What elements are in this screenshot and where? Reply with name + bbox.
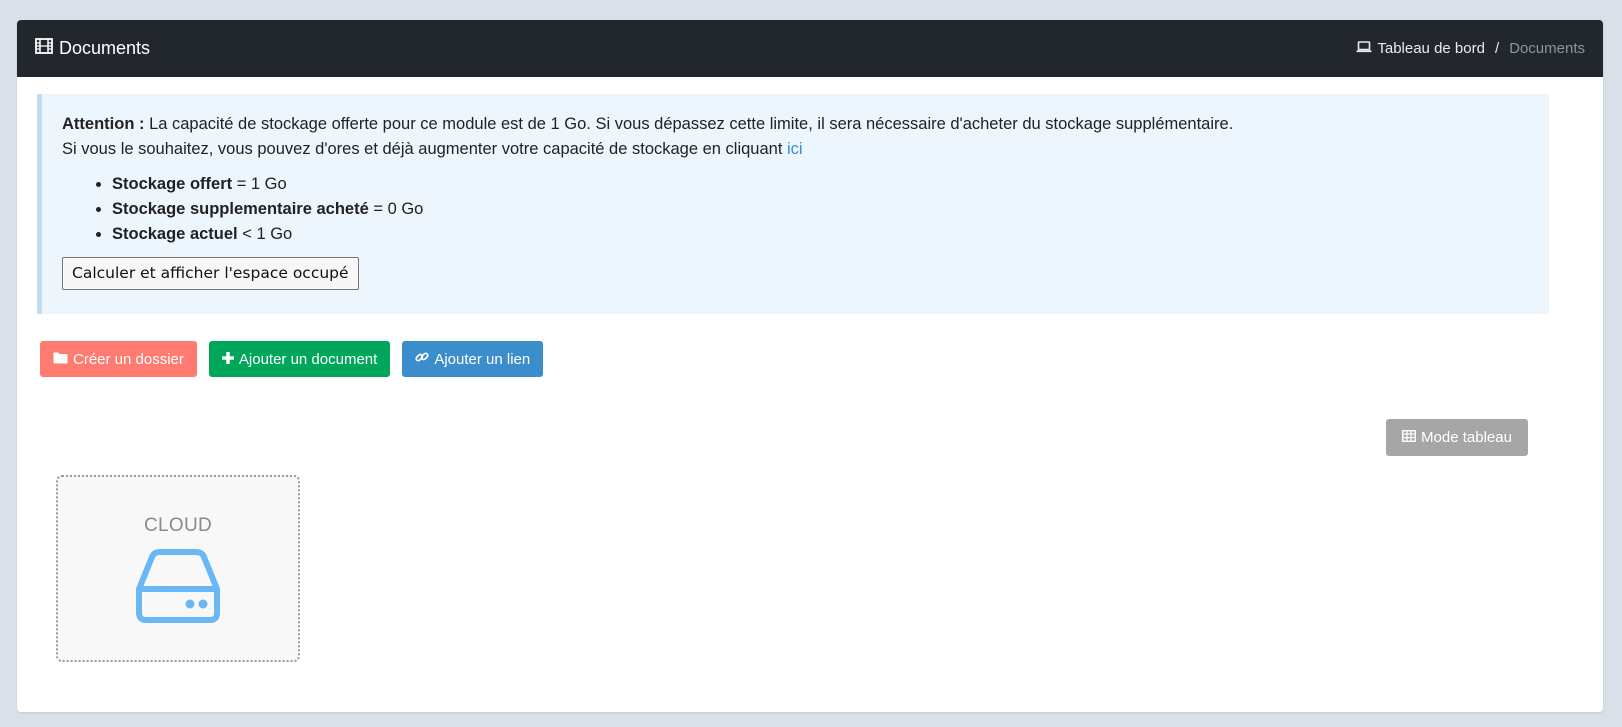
link-icon bbox=[415, 350, 429, 368]
folder-tile-cloud[interactable]: CLOUD bbox=[56, 475, 300, 662]
table-icon bbox=[1402, 429, 1417, 446]
page-title-text: Documents bbox=[59, 38, 151, 58]
create-folder-button[interactable]: Créer un dossier bbox=[40, 341, 197, 377]
alert-line-1-text: La capacité de stockage offerte pour ce … bbox=[144, 115, 1234, 133]
storage-current-value: < 1 Go bbox=[237, 225, 293, 243]
alert-line-2: Si vous le souhaitez, vous pouvez d'ores… bbox=[62, 137, 1529, 162]
breadcrumb-current: Documents bbox=[1509, 40, 1585, 57]
table-mode-label: Mode tableau bbox=[1421, 429, 1512, 446]
storage-list: Stockage offert = 1 Go Stockage suppleme… bbox=[112, 172, 1529, 247]
alert-line-1: Attention : La capacité de stockage offe… bbox=[62, 112, 1529, 137]
upgrade-storage-link[interactable]: ici bbox=[787, 140, 803, 158]
storage-current-label: Stockage actuel bbox=[112, 225, 238, 243]
storage-purchased-label: Stockage supplementaire acheté bbox=[112, 200, 369, 218]
film-icon bbox=[35, 38, 53, 59]
laptop-icon bbox=[1356, 40, 1372, 57]
list-item: Stockage actuel < 1 Go bbox=[112, 222, 1529, 247]
folder-label: CLOUD bbox=[143, 515, 212, 536]
plus-icon bbox=[221, 351, 234, 368]
breadcrumb: Tableau de bord / Documents bbox=[1356, 40, 1585, 57]
storage-offered-label: Stockage offert bbox=[112, 175, 233, 193]
list-item: Stockage offert = 1 Go bbox=[112, 172, 1529, 197]
table-mode-button[interactable]: Mode tableau bbox=[1386, 419, 1528, 456]
hard-drive-icon bbox=[134, 549, 222, 628]
attention-label: Attention : bbox=[62, 115, 145, 133]
page-title: Documents bbox=[35, 38, 150, 59]
add-link-button[interactable]: Ajouter un lien bbox=[402, 341, 544, 377]
storage-offered-value: = 1 Go bbox=[232, 175, 287, 193]
folder-icon bbox=[53, 351, 68, 368]
breadcrumb-home[interactable]: Tableau de bord bbox=[1356, 40, 1485, 57]
add-document-label: Ajouter un document bbox=[238, 350, 378, 368]
breadcrumb-separator: / bbox=[1494, 40, 1500, 57]
action-buttons: Créer un dossier Ajouter un document Ajo… bbox=[40, 341, 544, 377]
list-item: Stockage supplementaire acheté = 0 Go bbox=[112, 197, 1529, 222]
add-link-label: Ajouter un lien bbox=[434, 350, 531, 368]
alert-line-2-text: Si vous le souhaitez, vous pouvez d'ores… bbox=[62, 140, 788, 158]
card-header: Documents Tableau de bord / Documents bbox=[17, 20, 1603, 77]
storage-purchased-value: = 0 Go bbox=[368, 200, 424, 218]
create-folder-label: Créer un dossier bbox=[73, 350, 184, 368]
calculate-space-button[interactable]: Calculer et afficher l'espace occupé bbox=[62, 257, 359, 290]
add-document-button[interactable]: Ajouter un document bbox=[208, 341, 391, 377]
breadcrumb-home-label: Tableau de bord bbox=[1377, 40, 1485, 57]
storage-alert: Attention : La capacité de stockage offe… bbox=[37, 94, 1549, 314]
